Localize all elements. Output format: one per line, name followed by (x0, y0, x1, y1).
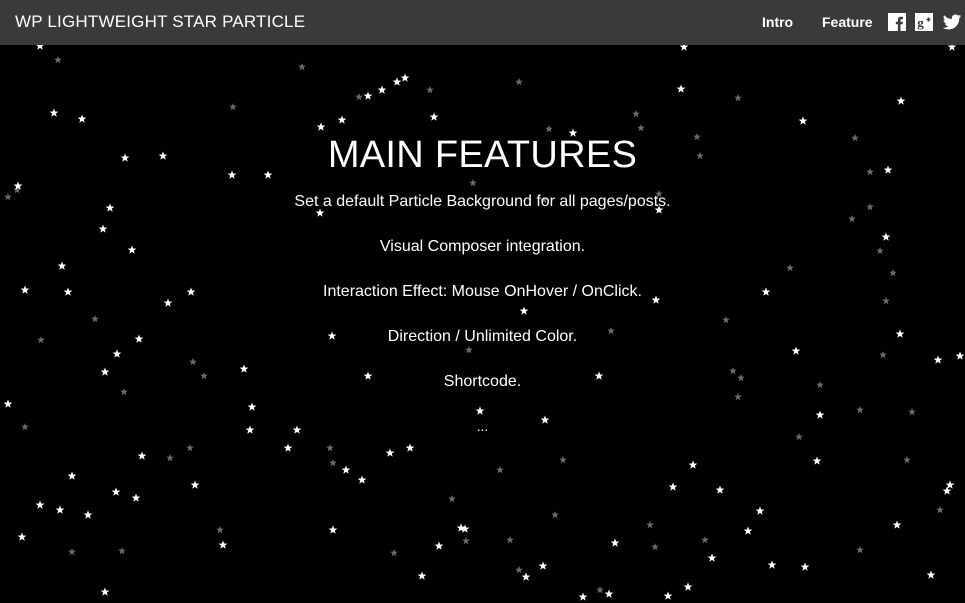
site-brand[interactable]: WP LIGHTWEIGHT STAR PARTICLE (15, 12, 305, 32)
feature-item: Visual Composer integration. (379, 238, 586, 255)
feature-item: Direction / Unlimited Color. (387, 328, 578, 345)
feature-item: Interaction Effect: Mouse OnHover / OnCl… (323, 283, 642, 300)
feature-item: Shortcode. (443, 373, 522, 390)
more-indicator: ... (476, 418, 489, 434)
svg-text:g: g (917, 15, 924, 30)
feature-item: Set a default Particle Background for al… (294, 193, 671, 210)
top-navbar: WP LIGHTWEIGHT STAR PARTICLE Intro Featu… (0, 0, 965, 45)
page-title: MAIN FEATURES (327, 134, 638, 176)
google-plus-icon[interactable]: g (914, 12, 934, 32)
facebook-icon[interactable] (887, 12, 907, 32)
twitter-icon[interactable] (942, 12, 962, 32)
nav-link-intro[interactable]: Intro (762, 14, 793, 30)
main-features-section: MAIN FEATURES Set a default Particle Bac… (0, 45, 965, 603)
nav-link-feature[interactable]: Feature (822, 14, 873, 30)
